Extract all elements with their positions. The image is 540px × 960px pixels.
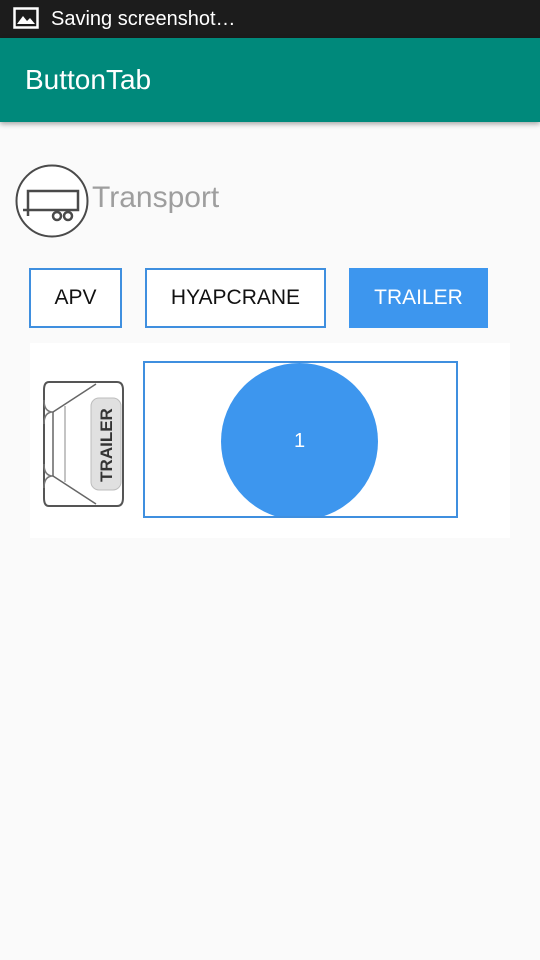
status-notification-text: Saving screenshot… [51,8,236,30]
section-title: Transport [92,181,220,214]
app-bar: ButtonTab [0,38,540,122]
slot-area[interactable]: 1 [143,361,458,518]
trailer-top-view-image: TRAILER [41,378,125,510]
image-icon [13,7,39,29]
vehicle-card: TRAILER 1 [30,343,510,538]
section-header: Transport [15,164,415,238]
tab-trailer[interactable]: TRAILER [349,268,488,328]
app-title: ButtonTab [25,64,152,95]
trailer-icon [15,164,89,238]
status-bar: Saving screenshot… [0,0,540,38]
tab-hyapcrane[interactable]: HYAPCRANE [145,268,326,328]
trailer-image-text: TRAILER [97,408,116,482]
tab-apv[interactable]: APV [29,268,122,328]
slot-button[interactable]: 1 [221,363,378,516]
